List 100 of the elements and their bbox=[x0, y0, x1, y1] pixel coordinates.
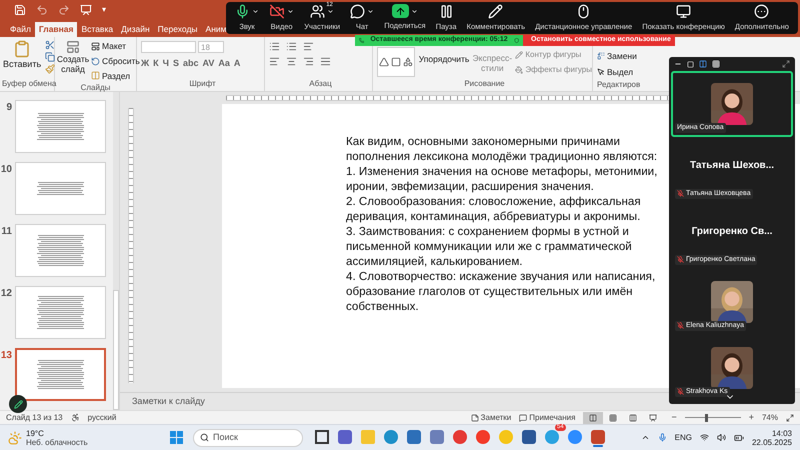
ribbon-tab[interactable]: Аним bbox=[202, 22, 230, 37]
square-icon bbox=[390, 57, 401, 67]
battery-icon[interactable] bbox=[734, 432, 744, 442]
slide-number: 11 bbox=[0, 225, 13, 239]
caret-icon[interactable] bbox=[410, 8, 418, 15]
scrollbar[interactable] bbox=[113, 92, 119, 410]
view-button[interactable] bbox=[583, 412, 604, 424]
strip-view-icon[interactable] bbox=[699, 60, 707, 68]
save-icon[interactable] bbox=[14, 4, 26, 16]
search-field[interactable]: Поиск bbox=[193, 428, 303, 446]
redo-icon[interactable] bbox=[58, 4, 70, 16]
slide-number: 10 bbox=[0, 163, 13, 177]
layout-button[interactable]: Макет bbox=[91, 40, 140, 53]
slide-text: 3. Заимствования: с сохранением формы в устной и письменной коммуникации или же с грамматической ассимиляцией, калькированием. bbox=[346, 224, 633, 269]
zoom-in-button[interactable]: + bbox=[748, 410, 754, 424]
section-button[interactable]: Раздел bbox=[91, 70, 140, 82]
accessibility-icon[interactable] bbox=[70, 413, 80, 422]
gallery-view-icon[interactable] bbox=[712, 60, 720, 68]
font-format-button[interactable]: Ж bbox=[141, 57, 150, 70]
phone-icon bbox=[359, 37, 364, 44]
caret-icon[interactable] bbox=[327, 8, 334, 15]
group-label: Редактиров bbox=[597, 78, 642, 91]
wifi-icon[interactable] bbox=[700, 433, 709, 442]
numbering-icon[interactable] bbox=[286, 41, 297, 52]
weather-temperature: 19°C bbox=[26, 428, 45, 438]
presentation-icon[interactable] bbox=[80, 4, 92, 16]
ribbon-tab[interactable]: Вставка bbox=[77, 22, 118, 37]
arrange-button[interactable]: Упорядочить bbox=[418, 47, 470, 66]
ribbon-tab[interactable]: Файл bbox=[6, 22, 35, 37]
notes-field[interactable]: Заметки к слайду bbox=[132, 394, 205, 408]
font-format-button[interactable]: AV bbox=[202, 57, 214, 70]
align-center-icon[interactable] bbox=[286, 56, 297, 67]
tray-chevron-icon[interactable] bbox=[640, 433, 650, 442]
copy-icon[interactable] bbox=[45, 52, 56, 62]
font-format-button[interactable]: S bbox=[172, 57, 179, 70]
paste-button[interactable]: Вставить bbox=[3, 40, 42, 72]
replace-button[interactable]: Замени bbox=[597, 50, 673, 63]
mouse-icon bbox=[576, 4, 592, 19]
font-format-button[interactable]: A bbox=[234, 57, 240, 70]
cursor-icon bbox=[597, 68, 605, 76]
fit-slide-icon[interactable] bbox=[786, 414, 794, 422]
bullets-icon[interactable] bbox=[269, 41, 280, 52]
scissors-icon[interactable] bbox=[45, 40, 56, 50]
group-label: Слайды bbox=[80, 82, 112, 94]
customize-dropdown[interactable]: ▾ bbox=[102, 4, 106, 16]
shapes-gallery[interactable] bbox=[377, 47, 415, 77]
participant-display-name: Татьяна Шехов... bbox=[690, 158, 774, 172]
start-icon[interactable] bbox=[170, 431, 183, 444]
reset-button[interactable]: Сбросить bbox=[91, 54, 140, 68]
reset-icon bbox=[91, 56, 100, 66]
indent-icon[interactable] bbox=[303, 41, 314, 52]
font-format-button[interactable]: Aa bbox=[218, 57, 230, 70]
pen-icon bbox=[14, 400, 22, 408]
shapes-icon bbox=[402, 57, 413, 67]
more-icon bbox=[754, 4, 770, 19]
pause-icon bbox=[438, 4, 454, 19]
caret-icon[interactable] bbox=[367, 8, 374, 15]
effects-icon bbox=[515, 66, 524, 74]
slide-text: 2. Словообразования: словосложение, аффиксальная деривация, контаминация, аббревиатуры и акронимы. bbox=[346, 194, 642, 224]
muted-mic-icon bbox=[677, 256, 684, 264]
language-indicator: русский bbox=[88, 412, 116, 424]
align-left-icon[interactable] bbox=[269, 56, 280, 67]
shield-icon bbox=[514, 37, 519, 44]
zoom-out-button[interactable]: − bbox=[671, 410, 677, 424]
slide-number: 9 bbox=[5, 101, 13, 115]
caret-icon[interactable] bbox=[252, 8, 260, 15]
group-label: Рисование bbox=[463, 78, 506, 90]
clock-date: 22.05.2025 bbox=[752, 438, 792, 446]
group-label: Буфер обмена bbox=[1, 78, 54, 90]
clipboard-icon bbox=[13, 40, 32, 58]
slide-text: 1. Изменения значения на основе метафоры, метонимии, иронии, эвфемизации, расширения значения. bbox=[346, 164, 658, 194]
volume-icon[interactable] bbox=[716, 433, 726, 442]
font-format-button[interactable]: К bbox=[153, 57, 159, 70]
undo-icon[interactable] bbox=[36, 4, 48, 16]
comments-button[interactable]: Примечания bbox=[519, 412, 576, 424]
microphone-icon[interactable] bbox=[658, 433, 667, 442]
ribbon-tab[interactable]: Дизайн bbox=[117, 22, 154, 37]
slideshow-icon bbox=[649, 414, 658, 422]
new-slide-button[interactable]: Создать слайд bbox=[58, 40, 88, 74]
ribbon-tab[interactable]: Переходы bbox=[154, 22, 202, 37]
font-format-button[interactable]: Ч bbox=[162, 57, 169, 70]
clock-time: 14:03 bbox=[772, 428, 792, 438]
taskbar-app[interactable] bbox=[338, 428, 352, 446]
caret-icon[interactable] bbox=[287, 8, 294, 15]
font-format-button[interactable]: abc bbox=[182, 57, 198, 70]
align-right-icon[interactable] bbox=[303, 56, 314, 67]
weather-condition: Неб. облачность bbox=[26, 438, 88, 446]
notes-button[interactable]: Заметки bbox=[470, 412, 512, 424]
taskbar-app[interactable] bbox=[315, 428, 329, 446]
justify-icon[interactable] bbox=[320, 56, 331, 67]
pencil-icon bbox=[515, 51, 524, 59]
ribbon-tab[interactable]: Главная bbox=[34, 22, 78, 37]
speaker-view-icon[interactable] bbox=[687, 60, 694, 68]
slide-text: Как видим, основными закономерными причинами пополнения лексикона молодёжи традиционно являются: bbox=[346, 134, 658, 164]
select-button[interactable]: Выдел bbox=[597, 66, 673, 78]
taskbar-app[interactable] bbox=[522, 428, 536, 446]
slide-thumbnail[interactable] bbox=[15, 348, 106, 401]
font-name-field[interactable] bbox=[141, 41, 196, 53]
expand-icon[interactable] bbox=[782, 60, 790, 68]
zoom-slider[interactable] bbox=[684, 414, 741, 422]
